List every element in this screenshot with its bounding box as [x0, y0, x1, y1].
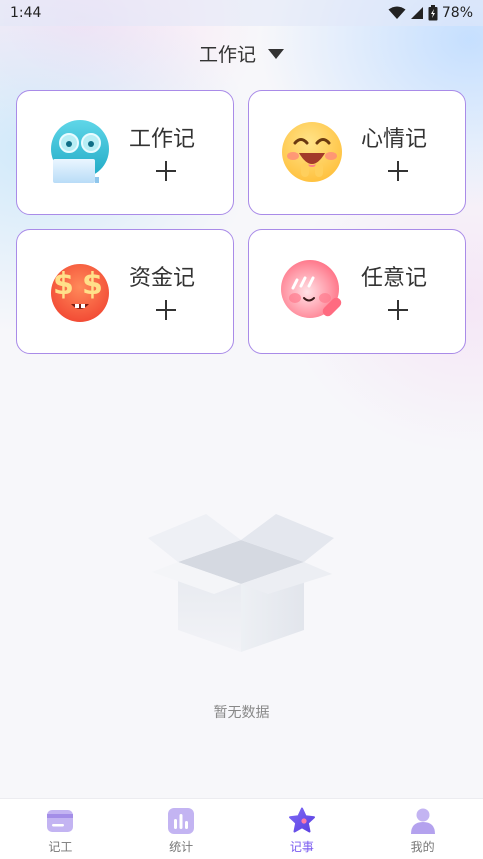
nav-label: 记工: [48, 840, 73, 854]
plus-icon[interactable]: [388, 300, 408, 320]
caret-down-icon: [268, 49, 284, 59]
nav-label: 我的: [410, 840, 435, 854]
plus-icon[interactable]: [388, 161, 408, 181]
card-label: 任意记: [361, 266, 428, 291]
work-emoji-icon: [51, 120, 109, 183]
wallet-icon: [47, 810, 74, 832]
card-mood-record[interactable]: 心情记: [248, 90, 466, 215]
signal-icon: [410, 7, 423, 19]
notebook-type-selector[interactable]: 工作记: [0, 38, 483, 68]
plus-icon[interactable]: [156, 300, 176, 320]
plus-icon[interactable]: [156, 161, 176, 181]
svg-text:$: $: [82, 267, 103, 302]
status-time: 1:44: [10, 5, 42, 21]
battery-percent: 78%: [441, 5, 473, 21]
card-work-record[interactable]: 工作记: [16, 90, 234, 215]
nav-item-statistics[interactable]: 统计: [121, 799, 242, 859]
card-label: 资金记: [129, 266, 196, 291]
any-emoji-icon: [281, 260, 342, 318]
card-any-record[interactable]: 任意记: [248, 229, 466, 354]
card-money-record[interactable]: $ $ 资金记: [16, 229, 234, 354]
nav-item-profile[interactable]: 我的: [362, 799, 483, 859]
svg-text:$: $: [53, 267, 74, 302]
status-icons: 78%: [388, 5, 473, 21]
star-icon: [288, 807, 315, 833]
money-emoji-icon: $ $: [51, 264, 109, 322]
nav-label: 记事: [289, 840, 314, 854]
card-label: 心情记: [361, 127, 428, 152]
empty-box-icon: [148, 514, 334, 652]
page-title: 工作记: [198, 43, 256, 66]
mood-emoji-icon: [282, 122, 342, 182]
empty-state-text: 暂无数据: [213, 705, 270, 721]
status-bar: 1:44 78%: [0, 0, 483, 26]
wifi-icon: [388, 6, 406, 19]
user-icon: [410, 808, 435, 834]
nav-item-record-work[interactable]: 记工: [0, 799, 121, 859]
card-label: 工作记: [129, 127, 196, 152]
battery-icon: [428, 5, 438, 21]
nav-label: 统计: [169, 840, 194, 854]
nav-item-notes[interactable]: 记事: [242, 799, 363, 859]
bottom-navigation: 记工 统计 记事 我的: [0, 798, 483, 859]
chart-icon: [168, 808, 195, 834]
